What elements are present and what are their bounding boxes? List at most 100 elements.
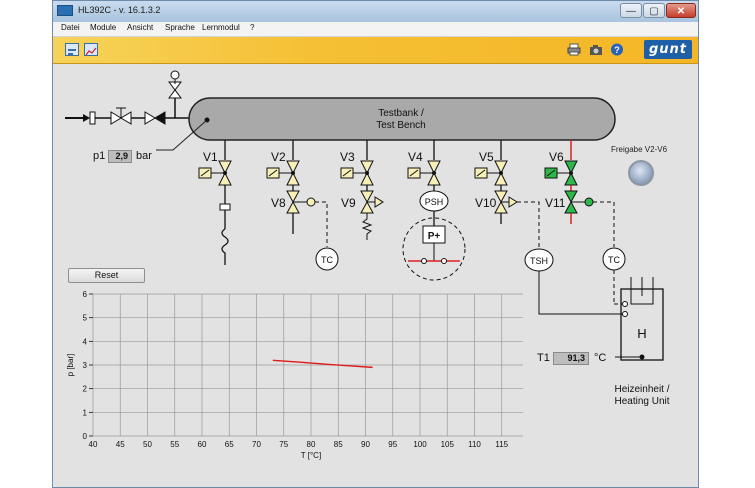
x-tick-label: 115 <box>495 440 508 449</box>
valve-v6[interactable] <box>544 160 578 186</box>
menu-module[interactable]: Module <box>90 23 116 32</box>
valve-label-v6: V6 <box>549 150 564 164</box>
chart-view-icon[interactable] <box>84 43 98 56</box>
tc-v8-label: TC <box>321 255 333 265</box>
t1-unit: °C <box>594 352 607 364</box>
v9-spring <box>361 213 373 240</box>
menu-ansicht[interactable]: Ansicht <box>127 23 153 32</box>
pressure-temperature-line <box>272 359 373 369</box>
camera-icon[interactable] <box>589 43 603 56</box>
toolbar: ? gunt <box>53 37 698 64</box>
svg-text:?: ? <box>614 45 620 55</box>
inlet-valve-1 <box>110 107 132 125</box>
menu-datei[interactable]: Datei <box>61 23 80 32</box>
valve-label-v1: V1 <box>203 150 218 164</box>
y-tick-label: 6 <box>83 290 88 299</box>
x-tick-label: 80 <box>307 440 316 449</box>
x-tick-label: 75 <box>279 440 288 449</box>
valve-v3[interactable] <box>340 160 374 186</box>
x-tick-label: 85 <box>334 440 343 449</box>
y-tick-label: 2 <box>83 385 88 394</box>
menu-bar: Datei Module Ansicht Sprache Lernmodul ? <box>53 22 698 37</box>
test-bench-tank <box>188 97 616 141</box>
window-title: HL392C - v. 16.1.3.2 <box>78 5 161 15</box>
heater-label-de: Heizeinheit / <box>614 384 669 395</box>
valve-v8[interactable] <box>286 190 316 214</box>
x-tick-label: 110 <box>468 440 481 449</box>
tc-v11-label: TC <box>608 255 620 265</box>
x-tick-label: 100 <box>413 440 427 449</box>
valve-v2[interactable] <box>266 160 300 186</box>
x-tick-label: 55 <box>170 440 179 449</box>
valve-label-v3: V3 <box>340 150 355 164</box>
menu-help[interactable]: ? <box>250 23 254 32</box>
check-valve <box>144 111 166 125</box>
chart-ticks: 4045505560657075808590951001051101151200… <box>83 290 523 449</box>
release-button[interactable] <box>628 160 654 186</box>
p1-label: p1 <box>93 150 106 162</box>
tsh-wire <box>538 271 625 315</box>
y-tick-label: 5 <box>83 314 88 323</box>
close-button[interactable]: ✕ <box>666 3 696 18</box>
x-tick-label: 40 <box>89 440 98 449</box>
valve-label-v5: V5 <box>479 150 494 164</box>
v1-fitting <box>219 203 231 211</box>
help-icon[interactable]: ? <box>610 43 624 56</box>
v1-coil <box>221 228 229 265</box>
p-plus-label: P+ <box>428 231 441 242</box>
reset-button[interactable]: Reset <box>68 268 145 283</box>
app-window: HL392C - v. 16.1.3.2 — ▢ ✕ Datei Module … <box>52 0 699 488</box>
tank-label-en: Test Bench <box>376 120 425 131</box>
y-tick-label: 3 <box>83 361 88 370</box>
x-tick-label: 95 <box>388 440 397 449</box>
x-tick-label: 50 <box>143 440 152 449</box>
diagram-view-icon[interactable] <box>65 43 79 56</box>
valve-label-v11: V11 <box>545 196 566 210</box>
pt-chart: 4045505560657075808590951001051101151200… <box>66 290 523 460</box>
menu-sprache[interactable]: Sprache <box>165 23 195 32</box>
menu-lernmodul[interactable]: Lernmodul <box>202 23 240 32</box>
t1-label: T1 <box>537 352 550 364</box>
x-tick-label: 45 <box>116 440 125 449</box>
printer-icon[interactable] <box>567 43 581 56</box>
main-content: Testbank / Test Bench V1 V2 V3 V4 V5 V6 <box>53 64 698 487</box>
valve-v5[interactable] <box>474 160 508 186</box>
title-bar: HL392C - v. 16.1.3.2 — ▢ ✕ <box>53 1 698 22</box>
p1-unit: bar <box>136 150 152 162</box>
chart-series <box>272 359 373 369</box>
x-tick-label: 70 <box>252 440 261 449</box>
chart-grid <box>92 293 523 437</box>
x-axis-label: T [°C] <box>301 451 321 460</box>
x-tick-label: 120 <box>522 440 523 449</box>
heater-letter: H <box>637 326 646 341</box>
valve-v11[interactable] <box>564 190 594 214</box>
inlet-fitting <box>89 111 96 125</box>
valve-label-v8: V8 <box>271 196 286 210</box>
valve-label-v9: V9 <box>341 196 356 210</box>
valve-v4[interactable] <box>407 160 441 186</box>
x-tick-label: 60 <box>198 440 207 449</box>
vent-valve <box>168 70 182 99</box>
y-axis-label: p [bar] <box>66 354 75 377</box>
valve-v10[interactable] <box>494 190 518 214</box>
p1-value: 2,9 <box>108 150 132 163</box>
release-label: Freigabe V2-V6 <box>611 145 668 154</box>
psh-label: PSH <box>425 197 444 207</box>
valve-v9[interactable] <box>360 190 384 214</box>
y-tick-label: 4 <box>83 337 88 346</box>
valve-label-v10: V10 <box>475 196 497 210</box>
inlet-arrow <box>83 114 90 122</box>
heater-label-en: Heating Unit <box>614 396 669 407</box>
x-tick-label: 90 <box>361 440 370 449</box>
valve-label-v4: V4 <box>408 150 423 164</box>
x-tick-label: 65 <box>225 440 234 449</box>
minimize-button[interactable]: — <box>620 3 642 18</box>
maximize-button[interactable]: ▢ <box>643 3 665 18</box>
t1-value: 91,3 <box>553 352 589 365</box>
tsh-label: TSH <box>530 256 548 266</box>
valve-label-v2: V2 <box>271 150 286 164</box>
y-tick-label: 1 <box>83 408 88 417</box>
gunt-logo: gunt <box>644 40 692 59</box>
valve-v1[interactable] <box>198 160 232 186</box>
y-tick-label: 0 <box>83 432 88 441</box>
